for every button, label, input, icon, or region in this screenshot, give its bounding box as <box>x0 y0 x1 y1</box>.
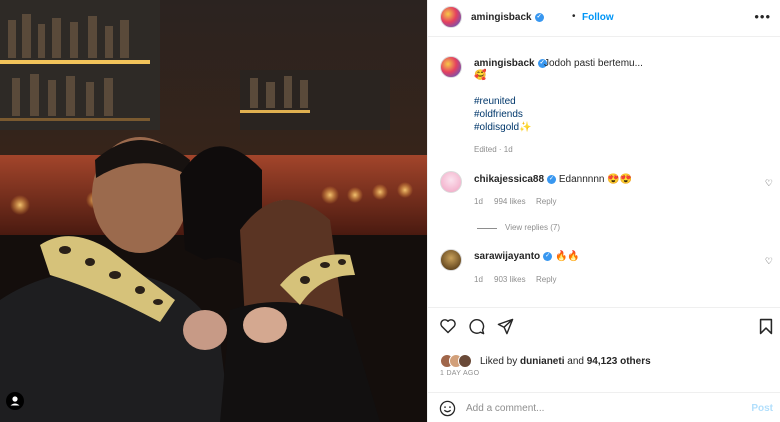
hashtag-oldfriends[interactable]: #oldfriends <box>474 109 523 120</box>
comment-body: Edannnnn 😍😍 <box>558 174 633 185</box>
comment-icon[interactable] <box>468 318 485 335</box>
instagram-post-view: amingisback ✓ • Follow ••• amingisback ✓ J… <box>0 0 780 422</box>
liked-by-joiner: and <box>567 356 584 367</box>
comment-input[interactable]: Add a comment... <box>466 403 544 414</box>
comment-like-icon[interactable]: ♡ <box>765 256 773 267</box>
liker-avatar[interactable] <box>458 354 472 368</box>
author-username-text[interactable]: amingisback <box>471 12 532 23</box>
separator-dot: • <box>572 11 576 22</box>
post-photo[interactable] <box>0 0 427 422</box>
author-username[interactable]: amingisback ✓ <box>471 12 544 23</box>
caption-edited: Edited · 1d <box>474 145 513 154</box>
likes-count[interactable]: 94,123 others <box>587 356 651 367</box>
follow-button[interactable]: Follow <box>582 12 614 23</box>
verified-badge-icon: ✓ <box>547 174 557 184</box>
sparkle-emoji: ✨ <box>519 122 532 133</box>
caption-text: Jodoh pasti bertemu... <box>544 58 643 69</box>
liked-by-text: Liked by dunianeti and 94,123 others <box>480 356 651 367</box>
comment-username[interactable]: sarawijayanto <box>474 251 540 262</box>
comment-body: 🔥🔥 <box>554 251 580 262</box>
more-options-icon[interactable]: ••• <box>754 9 771 24</box>
author-avatar[interactable] <box>440 6 462 28</box>
share-icon[interactable] <box>497 318 514 335</box>
comment-likes[interactable]: 994 likes <box>494 197 526 206</box>
person-tag-icon[interactable] <box>6 392 24 410</box>
post-side-panel: amingisback ✓ • Follow ••• amingisback ✓ J… <box>427 0 780 422</box>
caption-emoji: 🥰 <box>474 70 487 81</box>
comments-list[interactable]: amingisback ✓ Jodoh pasti bertemu... 🥰 #r… <box>428 38 780 300</box>
hashtag-oldisgold: #oldisgold✨ <box>474 122 532 133</box>
bookmark-icon[interactable] <box>759 318 773 335</box>
comment-age: 1d <box>474 197 483 206</box>
comment-text: chikajessica88 ✓ Edannnnn 😍😍 <box>474 174 632 185</box>
comment-reply-button[interactable]: Reply <box>536 197 556 206</box>
verified-badge-icon: ✓ <box>534 12 544 22</box>
caption-username[interactable]: amingisback ✓ <box>474 58 547 69</box>
post-time[interactable]: 1 DAY AGO <box>440 370 479 377</box>
comment-username[interactable]: chikajessica88 <box>474 174 544 185</box>
liked-by-user[interactable]: dunianeti <box>520 356 564 367</box>
post-comment-button[interactable]: Post <box>751 403 773 414</box>
post-header: amingisback ✓ • Follow ••• <box>428 0 780 37</box>
comment-age: 1d <box>474 275 483 284</box>
comment-reply-button[interactable]: Reply <box>536 275 556 284</box>
photo-illustration <box>0 0 427 422</box>
commenter-avatar[interactable] <box>440 171 462 193</box>
liked-by-prefix: Liked by <box>480 356 518 367</box>
comment-text: sarawijayanto ✓ 🔥🔥 <box>474 251 580 262</box>
view-replies-button[interactable]: View replies (7) <box>505 223 560 232</box>
caption-avatar[interactable] <box>440 56 462 78</box>
heart-icon[interactable] <box>439 318 457 334</box>
view-replies-line <box>477 228 497 229</box>
smile-icon[interactable] <box>439 400 456 417</box>
hashtag-reunited[interactable]: #reunited <box>474 96 516 107</box>
add-comment-bar: Add a comment... Post <box>428 392 780 422</box>
verified-badge-icon: ✓ <box>543 251 553 261</box>
comment-likes[interactable]: 903 likes <box>494 275 526 284</box>
hashtag-oldisgold-text[interactable]: #oldisgold <box>474 122 519 133</box>
comment-like-icon[interactable]: ♡ <box>765 178 773 189</box>
commenter-avatar[interactable] <box>440 249 462 271</box>
caption-username-text[interactable]: amingisback <box>474 58 535 69</box>
